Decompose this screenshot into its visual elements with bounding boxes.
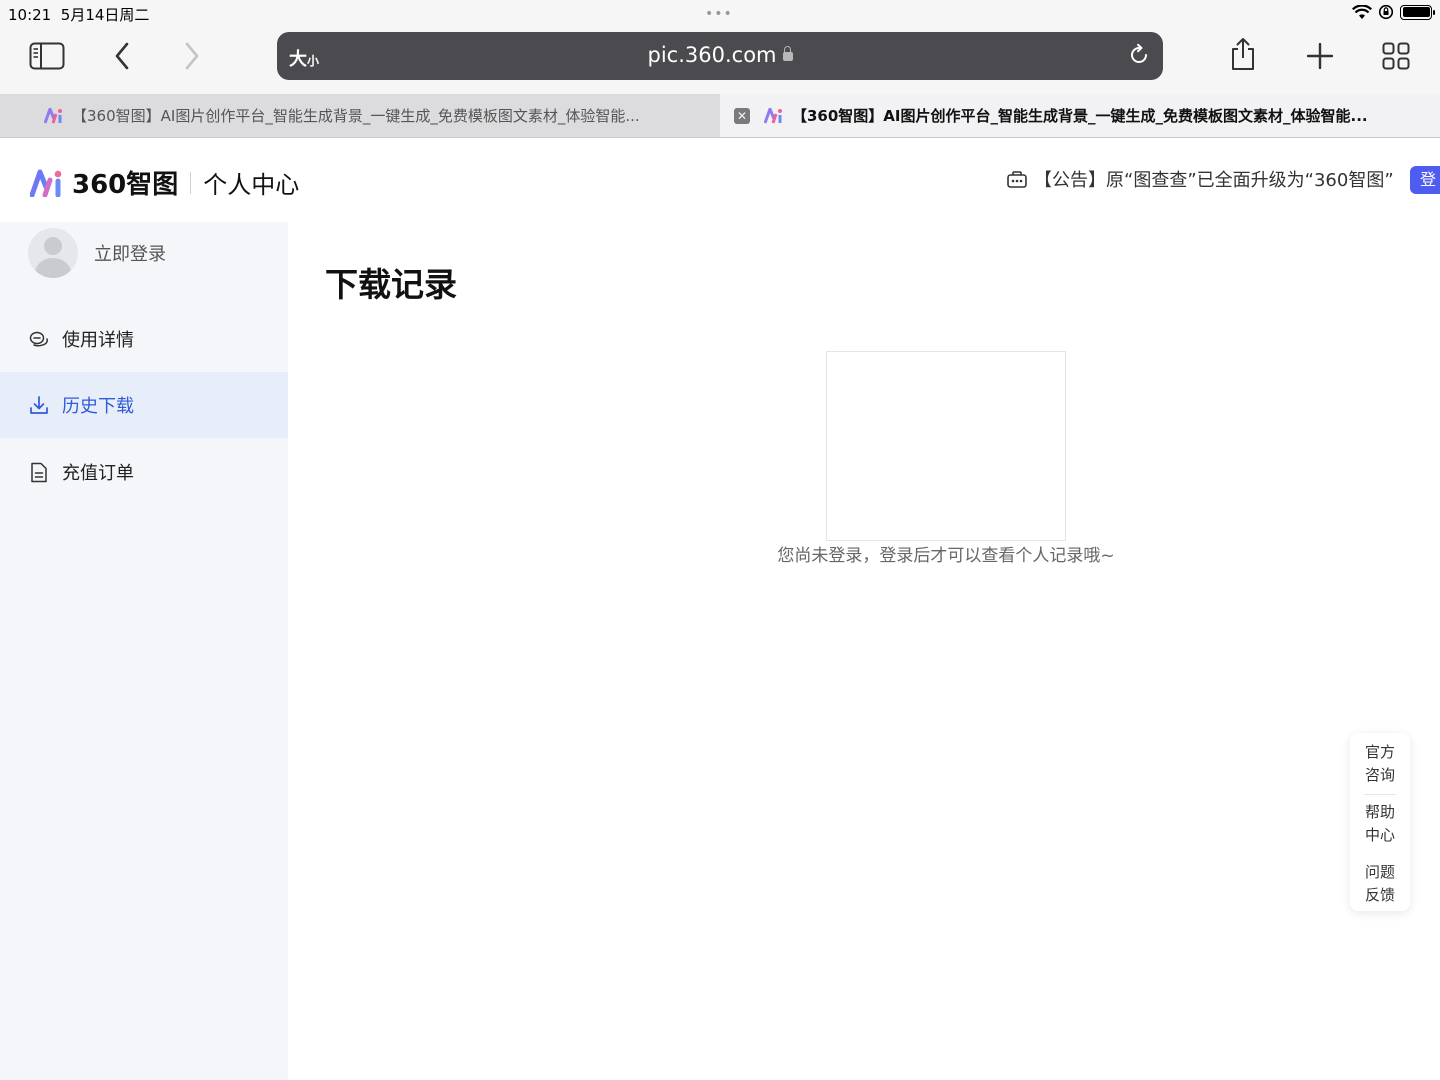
url-field[interactable]: pic.360.com — [277, 43, 1163, 67]
status-time: 10:21 5月14日周二 — [8, 6, 150, 24]
section-title: 个人中心 — [203, 171, 300, 199]
empty-state-message: 您尚未登录，登录后才可以查看个人记录哦~ — [777, 546, 1115, 566]
site-header: 360智图 个人中心 【公告】原“图查查”已全面升级为“360智图” 登 — [0, 138, 1440, 222]
document-icon — [28, 461, 50, 483]
sidebar-item-history-download[interactable]: 历史下载 — [0, 372, 288, 438]
grid-icon — [1382, 42, 1410, 70]
browser-chrome: 10:21 5月14日周二 ••• 大小 pic.360.com — [0, 0, 1440, 94]
floating-help-panel: 官方 咨询 帮助 中心 问题 反馈 — [1350, 733, 1410, 911]
browser-tab[interactable]: 【360智图】AI图片创作平台_智能生成背景_一键生成_免费模板图文素材_体验智… — [0, 94, 720, 137]
rotation-lock-icon — [1378, 4, 1394, 20]
robot-icon — [1007, 171, 1027, 188]
official-consult-button[interactable]: 官方 咨询 — [1350, 741, 1410, 787]
tab-bar: 【360智图】AI图片创作平台_智能生成背景_一键生成_免费模板图文素材_体验智… — [0, 94, 1440, 138]
download-icon — [28, 394, 50, 416]
brand-logo-icon — [30, 169, 62, 197]
address-bar[interactable]: 大小 pic.360.com — [277, 32, 1163, 80]
sidebar-toggle-button[interactable] — [27, 36, 67, 76]
share-button[interactable] — [1223, 34, 1263, 74]
login-link[interactable]: 立即登录 — [94, 240, 166, 266]
back-button[interactable] — [102, 36, 142, 76]
feedback-button[interactable]: 问题 反馈 — [1350, 861, 1410, 907]
brand-divider — [190, 171, 192, 194]
reload-icon — [1131, 43, 1147, 63]
forward-button[interactable] — [172, 36, 212, 76]
wifi-icon — [1352, 4, 1372, 19]
status-indicators — [1352, 4, 1435, 20]
sidebar-item-usage[interactable]: 使用详情 — [0, 306, 288, 372]
chevron-right-icon — [185, 42, 199, 70]
lock-icon — [782, 46, 793, 61]
help-center-button[interactable]: 帮助 中心 — [1350, 801, 1410, 847]
battery-icon — [1400, 4, 1435, 20]
multitask-dots[interactable]: ••• — [705, 6, 733, 22]
plus-icon — [1307, 43, 1333, 69]
usage-icon — [28, 328, 50, 350]
avatar[interactable] — [28, 228, 78, 278]
login-button[interactable]: 登 — [1410, 166, 1440, 194]
site-logo-icon — [764, 107, 784, 124]
tab-overview-button[interactable] — [1376, 36, 1416, 76]
close-tab-icon[interactable]: ✕ — [734, 107, 750, 124]
brand-name: 360智图 — [72, 170, 179, 200]
sidebar: 立即登录 使用详情 历史下载 充值订单 — [0, 222, 288, 1080]
reload-button[interactable] — [1127, 43, 1151, 71]
announcement[interactable]: 【公告】原“图查查”已全面升级为“360智图” — [1006, 166, 1394, 192]
empty-state-image — [826, 351, 1066, 541]
new-tab-button[interactable] — [1300, 36, 1340, 76]
browser-tab-active[interactable]: ✕ 【360智图】AI图片创作平台_智能生成背景_一键生成_免费模板图文素材_体… — [720, 94, 1440, 137]
page-title: 下载记录 — [325, 265, 457, 304]
sidebar-item-orders[interactable]: 充值订单 — [0, 439, 288, 505]
share-icon — [1232, 38, 1254, 70]
site-logo-icon — [44, 107, 64, 124]
chevron-left-icon — [115, 42, 129, 70]
user-profile[interactable]: 立即登录 — [28, 228, 166, 278]
sidebar-icon — [29, 42, 65, 70]
brand-logo[interactable]: 360智图 个人中心 — [30, 164, 299, 201]
divider — [1364, 794, 1396, 795]
